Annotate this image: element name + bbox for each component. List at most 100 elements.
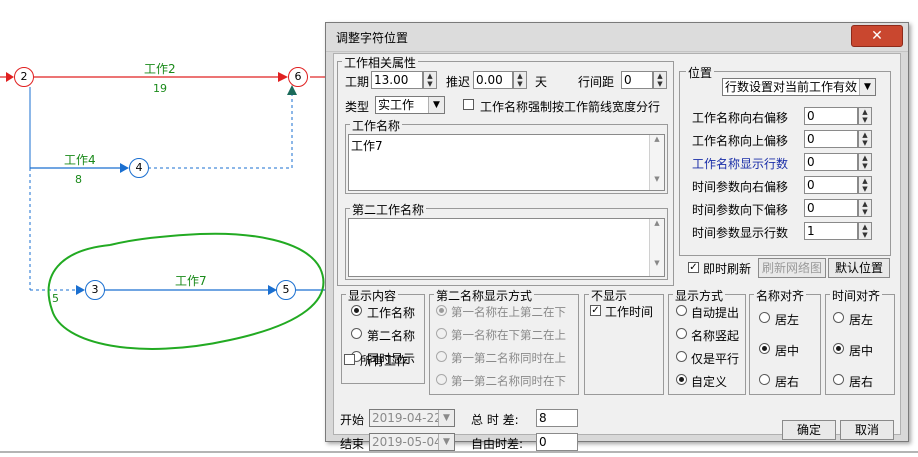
display-content-radio-0[interactable] bbox=[351, 305, 362, 316]
work-name-textarea[interactable]: 工作7 ▲ ▼ bbox=[348, 134, 665, 191]
float-label: 5 bbox=[52, 292, 59, 305]
offset-spinner-5[interactable]: ▲ ▼ bbox=[858, 222, 872, 240]
display-mode-label-1: 名称竖起 bbox=[691, 329, 740, 343]
work-name-value: 工作7 bbox=[351, 139, 383, 153]
offset-label-4: 时间参数向下偏移 bbox=[692, 203, 789, 217]
free-float-label: 自由时差: bbox=[471, 437, 524, 451]
arrow-head-4 bbox=[120, 163, 129, 173]
hide-work-time-checkbox[interactable]: ✓ bbox=[590, 305, 601, 316]
task7-name[interactable]: 工作7 bbox=[175, 272, 207, 289]
time-align-radio-right[interactable] bbox=[833, 374, 844, 385]
time-align-label-left: 居左 bbox=[849, 313, 874, 327]
display-mode-radio-1[interactable] bbox=[676, 328, 687, 339]
offset-input-0[interactable]: 0 bbox=[804, 107, 858, 125]
position-legend: 位置 bbox=[686, 64, 715, 81]
second-name-mode-radio-2[interactable] bbox=[436, 351, 447, 362]
free-float-input[interactable]: 0 bbox=[536, 433, 578, 451]
all-works-label: 所有工作 bbox=[360, 354, 409, 368]
display-mode-radio-3[interactable] bbox=[676, 374, 687, 385]
node-5-label: 5 bbox=[282, 283, 290, 296]
second-name-scrollbar[interactable]: ▲ ▼ bbox=[649, 219, 664, 276]
cancel-button[interactable]: 取消 bbox=[840, 420, 894, 440]
node-3[interactable]: 3 bbox=[85, 280, 105, 300]
display-mode-group: 显示方式 自动提出 名称竖起 仅是平行 自定义 bbox=[668, 287, 746, 395]
start-date-select[interactable]: 2019-04-22 ▼ bbox=[369, 409, 455, 427]
name-align-radio-center[interactable] bbox=[759, 343, 770, 354]
node-4[interactable]: 4 bbox=[129, 158, 149, 178]
task2-duration: 19 bbox=[153, 82, 167, 95]
force-fit-label: 工作名称强制按工作箭线宽度分行 bbox=[480, 100, 661, 114]
total-float-input[interactable]: 8 bbox=[536, 409, 578, 427]
delay-input[interactable]: 0.00 bbox=[473, 71, 513, 89]
second-name-mode-radio-1[interactable] bbox=[436, 328, 447, 339]
name-align-group: 名称对齐 居左 居中 居右 bbox=[749, 287, 821, 395]
name-align-radio-right[interactable] bbox=[759, 374, 770, 385]
offset-spinner-3[interactable]: ▲ ▼ bbox=[858, 176, 872, 194]
instant-refresh-checkbox[interactable]: ✓ bbox=[688, 262, 699, 273]
display-mode-radio-0[interactable] bbox=[676, 305, 687, 316]
close-button[interactable]: ✕ bbox=[851, 25, 903, 47]
offset-input-5[interactable]: 1 bbox=[804, 222, 858, 240]
offset-spinner-0[interactable]: ▲ ▼ bbox=[858, 107, 872, 125]
display-content-label-1: 第二名称 bbox=[367, 329, 416, 343]
work-name-scrollbar[interactable]: ▲ ▼ bbox=[649, 135, 664, 190]
delay-label: 推迟 bbox=[446, 75, 471, 89]
delay-spinner[interactable]: ▲ ▼ bbox=[513, 71, 527, 89]
force-fit-checkbox[interactable] bbox=[463, 99, 474, 110]
offset-spinner-4[interactable]: ▲ ▼ bbox=[858, 199, 872, 217]
arrow-head-6 bbox=[278, 72, 288, 82]
node-5[interactable]: 5 bbox=[276, 280, 296, 300]
ok-button[interactable]: 确定 bbox=[782, 420, 836, 440]
position-mode-value: 行数设置对当前工作有效 bbox=[725, 80, 858, 94]
offset-spinner-1[interactable]: ▲ ▼ bbox=[858, 130, 872, 148]
display-mode-radio-2[interactable] bbox=[676, 351, 687, 362]
task4-name[interactable]: 工作4 bbox=[64, 151, 96, 168]
name-align-radio-left[interactable] bbox=[759, 312, 770, 323]
node-6-label: 6 bbox=[294, 70, 302, 83]
all-works-checkbox[interactable] bbox=[344, 354, 355, 365]
start-date-value: 2019-04-22 bbox=[372, 411, 442, 425]
dialog-titlebar[interactable]: 调整字符位置 ✕ bbox=[326, 23, 908, 52]
row-gap-spinner[interactable]: ▲ ▼ bbox=[653, 71, 667, 89]
display-mode-label-0: 自动提出 bbox=[691, 306, 740, 320]
display-content-radio-1[interactable] bbox=[351, 328, 362, 339]
position-mode-select[interactable]: 行数设置对当前工作有效 ▼ bbox=[722, 78, 876, 96]
second-name-mode-radio-3[interactable] bbox=[436, 374, 447, 385]
name-align-label-left: 居左 bbox=[775, 313, 800, 327]
task2-name[interactable]: 工作2 bbox=[144, 60, 176, 77]
name-align-label-right: 居右 bbox=[775, 375, 800, 389]
type-select-value: 实工作 bbox=[378, 98, 415, 112]
type-select[interactable]: 实工作 ▼ bbox=[375, 96, 445, 114]
end-date-select[interactable]: 2019-05-04 ▼ bbox=[369, 433, 455, 451]
duration-spinner[interactable]: ▲ ▼ bbox=[423, 71, 437, 89]
node-6[interactable]: 6 bbox=[288, 67, 308, 87]
offset-label-5: 时间参数显示行数 bbox=[692, 226, 789, 240]
time-align-radio-center[interactable] bbox=[833, 343, 844, 354]
offset-input-1[interactable]: 0 bbox=[804, 130, 858, 148]
second-name-mode-radio-0[interactable] bbox=[436, 305, 447, 316]
time-align-group: 时间对齐 居左 居中 居右 bbox=[825, 287, 895, 395]
time-align-radio-left[interactable] bbox=[833, 312, 844, 323]
offset-spinner-2[interactable]: ▲ ▼ bbox=[858, 153, 872, 171]
offset-input-3[interactable]: 0 bbox=[804, 176, 858, 194]
day-unit: 天 bbox=[535, 75, 548, 89]
work-name-group: 工作名称 工作7 ▲ ▼ bbox=[345, 117, 668, 194]
default-position-button[interactable]: 默认位置 bbox=[828, 258, 890, 278]
second-name-mode-group: 第二名称显示方式 第一名称在上第二在下 第一名称在下第二在上 第一第二名称同时在… bbox=[429, 287, 579, 395]
dialog-body: 工作相关属性 工期 13.00 ▲ ▼ 推迟 0.00 ▲ ▼ 天 行间距 0 ▲ ▼… bbox=[333, 53, 901, 451]
offset-input-2[interactable]: 0 bbox=[804, 153, 858, 171]
offset-input-4[interactable]: 0 bbox=[804, 199, 858, 217]
position-group: 位置 行数设置对当前工作有效 ▼ 工作名称向右偏移 0 ▲ ▼ 工作名称向上偏移 … bbox=[679, 64, 891, 256]
refresh-network-button[interactable]: 刷新网络图 bbox=[758, 258, 826, 278]
second-name-mode-legend: 第二名称显示方式 bbox=[434, 287, 535, 304]
duration-input[interactable]: 13.00 bbox=[371, 71, 423, 89]
second-name-textarea[interactable]: ▲ ▼ bbox=[348, 218, 665, 277]
display-mode-label-3: 自定义 bbox=[691, 375, 728, 389]
node-2[interactable]: 2 bbox=[14, 67, 34, 87]
display-mode-label-2: 仅是平行 bbox=[691, 352, 740, 366]
chevron-down-icon: ▼ bbox=[428, 97, 444, 113]
second-name-mode-label-3: 第一第二名称同时在下 bbox=[451, 374, 566, 388]
second-name-mode-label-0: 第一名称在上第二在下 bbox=[451, 305, 566, 319]
row-gap-input[interactable]: 0 bbox=[621, 71, 653, 89]
chevron-down-icon: ▼ bbox=[859, 79, 875, 95]
